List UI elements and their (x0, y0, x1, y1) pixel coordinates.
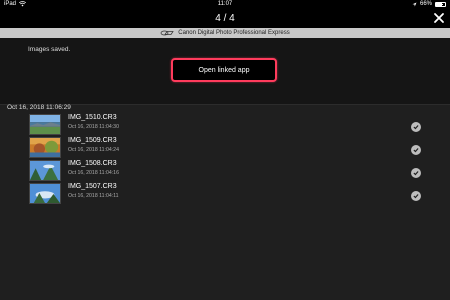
image-name: IMG_1510.CR3 (68, 114, 117, 121)
image-name: IMG_1507.CR3 (68, 183, 117, 190)
image-timestamp: Oct 16, 2018 11:04:11 (68, 193, 119, 199)
app-banner-label: Canon Digital Photo Professional Express (178, 30, 290, 36)
status-bar: iPad 11:07 66% (0, 0, 450, 10)
date-group-header: Oct 16, 2018 11:06:29 (7, 104, 71, 111)
close-icon (434, 13, 444, 23)
list-item[interactable]: IMG_1507.CR3 Oct 16, 2018 11:04:11 (0, 182, 450, 205)
autumn-thumbnail-icon (29, 137, 61, 158)
saved-check-icon (411, 168, 421, 178)
sky-thumbnail-icon (29, 183, 61, 204)
canon-dpp-logo-icon (160, 30, 174, 36)
image-name: IMG_1509.CR3 (68, 137, 117, 144)
page-title: 4 / 4 (215, 13, 235, 24)
close-button[interactable] (432, 11, 446, 25)
save-status-message: Images saved. (28, 46, 71, 53)
sky-thumbnail-icon (29, 160, 61, 181)
location-arrow-icon (412, 2, 417, 6)
image-timestamp: Oct 16, 2018 11:04:16 (68, 170, 119, 176)
nav-bar: 4 / 4 (0, 10, 450, 28)
image-list: IMG_1510.CR3 Oct 16, 2018 11:04:30 IMG_1… (0, 113, 450, 205)
landscape-thumbnail-icon (29, 114, 61, 135)
saved-check-icon (411, 191, 421, 201)
list-item[interactable]: IMG_1509.CR3 Oct 16, 2018 11:04:24 (0, 136, 450, 159)
list-item[interactable]: IMG_1508.CR3 Oct 16, 2018 11:04:16 (0, 159, 450, 182)
battery-percent: 66% (419, 1, 432, 7)
open-linked-app-button[interactable]: Open linked app (171, 58, 277, 82)
app-banner: Canon Digital Photo Professional Express (0, 28, 450, 38)
battery-level (436, 2, 442, 6)
list-item[interactable]: IMG_1510.CR3 Oct 16, 2018 11:04:30 (0, 113, 450, 136)
image-timestamp: Oct 16, 2018 11:04:24 (68, 147, 119, 153)
save-status-panel: Images saved. Open linked app (0, 38, 450, 104)
status-right: 66% (412, 1, 446, 7)
battery-icon (435, 1, 446, 7)
image-timestamp: Oct 16, 2018 11:04:30 (68, 124, 119, 130)
status-time: 11:07 (217, 1, 233, 7)
saved-check-icon (411, 122, 421, 132)
saved-check-icon (411, 145, 421, 155)
image-name: IMG_1508.CR3 (68, 160, 117, 167)
